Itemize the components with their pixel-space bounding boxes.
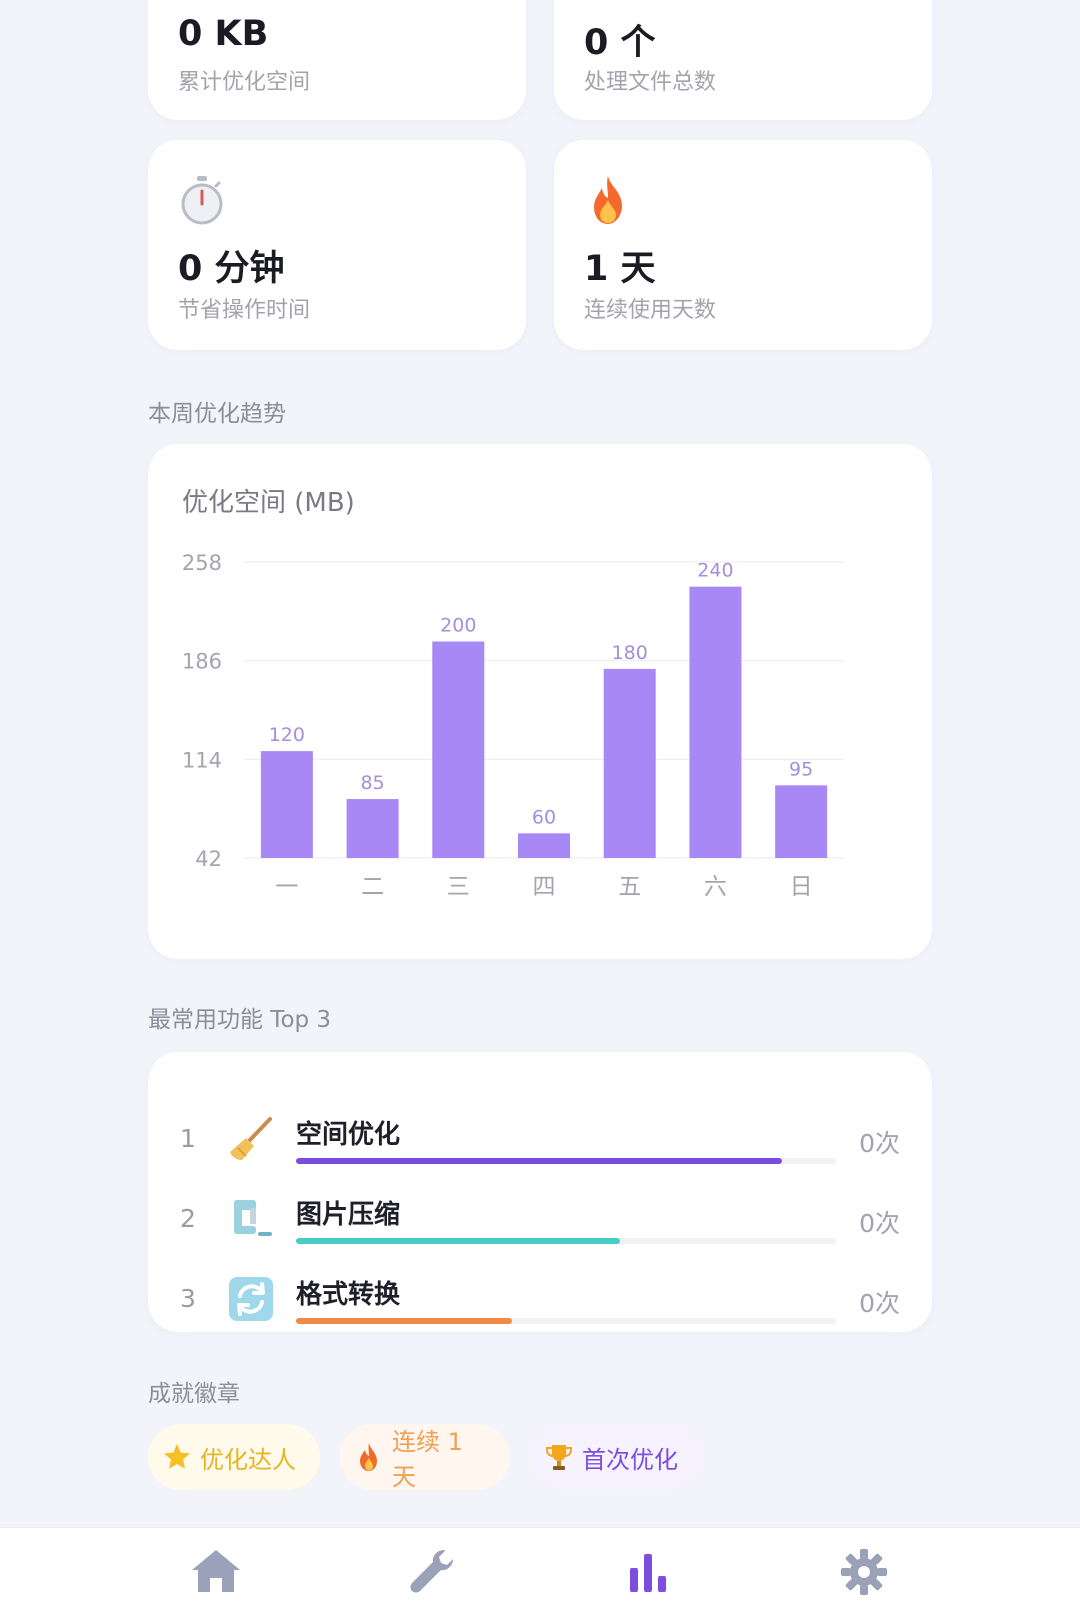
x-tick-label: 三 — [447, 874, 470, 900]
x-tick-label: 五 — [618, 874, 641, 900]
usage-bar — [296, 1318, 836, 1324]
bar-value-label: 95 — [789, 758, 813, 780]
badge-optimization-expert[interactable]: 优化达人 — [148, 1424, 320, 1490]
convert-icon — [229, 1277, 273, 1321]
stat-value: 1 天 — [584, 249, 656, 289]
usage-count: 0次 — [859, 1209, 900, 1238]
badge-label: 首次优化 — [582, 1445, 678, 1474]
top-features-section-title: 最常用功能 Top 3 — [148, 1007, 332, 1033]
stat-label: 累计优化空间 — [178, 70, 311, 95]
stat-label: 连续使用天数 — [584, 298, 717, 323]
y-tick-label: 258 — [182, 551, 222, 575]
bar[interactable] — [603, 668, 656, 858]
stat-label: 节省操作时间 — [178, 298, 311, 323]
stats-page: 0 KB 累计优化空间 0 个 处理文件总数 0 分钟 节省操作时间 1 天 连… — [0, 0, 1080, 1613]
usage-bar — [296, 1158, 836, 1164]
fire-icon — [594, 176, 622, 224]
bar-value-label: 85 — [360, 772, 384, 794]
top-features-card: 1 空间优化 0次 2 图片压缩 0次 3 格式转换 0次 — [148, 1052, 932, 1332]
usage-bar-fill — [296, 1318, 512, 1324]
bar-value-label: 200 — [440, 614, 476, 636]
stat-card-files: 0 个 处理文件总数 — [554, 0, 932, 120]
usage-count: 0次 — [859, 1129, 900, 1158]
nav-wrench-icon[interactable] — [404, 1546, 460, 1598]
bar[interactable] — [775, 785, 828, 858]
trophy-icon — [546, 1445, 572, 1470]
feature-row-3[interactable]: 3 格式转换 0次 — [148, 1264, 932, 1334]
usage-bar-fill — [296, 1238, 620, 1244]
bar[interactable] — [346, 799, 399, 858]
fire-icon — [360, 1443, 377, 1471]
x-tick-label: 四 — [533, 874, 556, 900]
badge-label: 优化达人 — [200, 1445, 296, 1474]
nav-bar-chart-icon[interactable] — [620, 1546, 676, 1598]
usage-bar — [296, 1238, 836, 1244]
badge-label: 连续 1 天 — [392, 1428, 463, 1491]
stopwatch-icon — [181, 176, 223, 225]
stat-value: 0 个 — [584, 23, 656, 63]
bar-value-label: 240 — [697, 560, 733, 582]
x-tick-label: 二 — [361, 874, 384, 900]
stat-card-saved-space: 0 KB 累计优化空间 — [148, 0, 526, 120]
y-tick-label: 42 — [195, 847, 222, 871]
star-icon — [164, 1444, 190, 1469]
trend-chart-card: 优化空间 (MB) 42 114 186 258 120 一 85 二 200 三 60 四 180 五 2… — [148, 444, 932, 959]
bar-value-label: 60 — [532, 806, 556, 828]
feature-row-2[interactable]: 2 图片压缩 0次 — [148, 1184, 932, 1254]
bottom-nav — [0, 1527, 1080, 1613]
trend-section-title: 本周优化趋势 — [148, 401, 286, 427]
bar[interactable] — [518, 833, 570, 858]
feature-row-1[interactable]: 1 空间优化 0次 — [148, 1104, 932, 1174]
x-tick-label: 六 — [704, 874, 727, 900]
stat-card-time-saved: 0 分钟 节省操作时间 — [148, 140, 526, 350]
feature-name: 格式转换 — [296, 1280, 401, 1310]
bar[interactable] — [260, 751, 313, 858]
badge-first-optimization[interactable]: 首次优化 — [530, 1424, 702, 1490]
bar[interactable] — [432, 641, 485, 858]
rank-number: 3 — [180, 1284, 196, 1313]
feature-name: 空间优化 — [296, 1120, 401, 1150]
badge-streak[interactable]: 连续 1 天 — [340, 1424, 510, 1491]
bar-chart: 42 114 186 258 120 一 85 二 200 三 60 四 180 五 240 六 95 日 — [182, 551, 844, 900]
nav-gear-icon[interactable] — [836, 1546, 892, 1598]
stat-value: 0 KB — [178, 14, 269, 54]
clamp-icon — [234, 1200, 272, 1236]
usage-count: 0次 — [859, 1289, 900, 1318]
x-tick-label: 一 — [275, 874, 298, 900]
x-tick-label: 日 — [790, 874, 813, 900]
nav-home-icon[interactable] — [188, 1546, 244, 1598]
broom-icon — [230, 1117, 272, 1160]
feature-name: 图片压缩 — [296, 1200, 401, 1230]
bar-value-label: 120 — [269, 724, 305, 746]
stat-card-streak: 1 天 连续使用天数 — [554, 140, 932, 350]
stat-label: 处理文件总数 — [584, 70, 717, 95]
rank-number: 2 — [180, 1204, 196, 1233]
bar[interactable] — [689, 586, 742, 858]
y-tick-label: 186 — [182, 650, 222, 674]
badges-section-title: 成就徽章 — [148, 1381, 240, 1407]
y-tick-label: 114 — [182, 748, 222, 772]
rank-number: 1 — [180, 1124, 196, 1153]
bar-value-label: 180 — [612, 642, 648, 664]
usage-bar-fill — [296, 1158, 782, 1164]
stat-value: 0 分钟 — [178, 249, 285, 289]
